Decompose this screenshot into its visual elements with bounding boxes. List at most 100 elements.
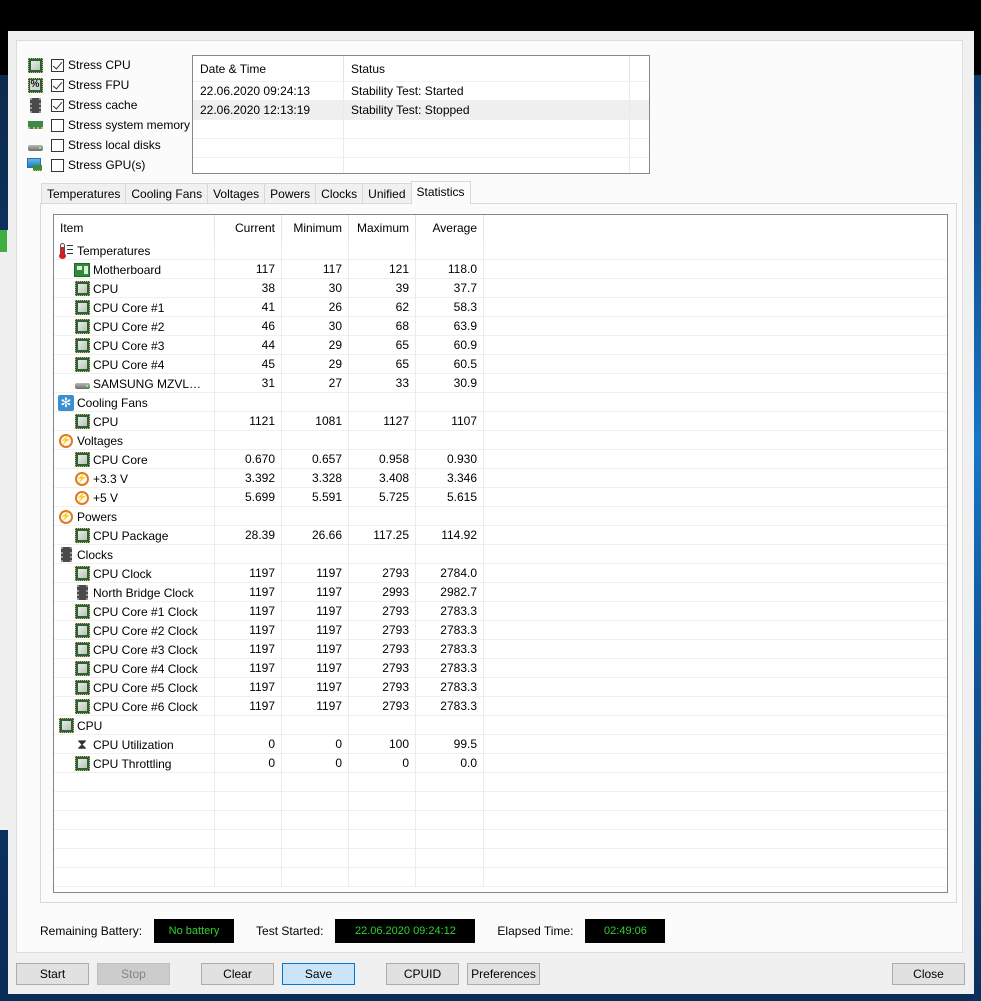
stress-checkbox[interactable] bbox=[51, 58, 64, 72]
table-row[interactable]: CPU Clock 1197 1197 2793 2784.0 bbox=[54, 564, 947, 583]
save-button[interactable]: Save bbox=[282, 963, 355, 985]
table-row[interactable]: CPU Core #4 45 29 65 60.5 bbox=[54, 355, 947, 374]
table-row[interactable]: North Bridge Clock 1197 1197 2993 2982.7 bbox=[54, 583, 947, 602]
stress-checkbox[interactable] bbox=[51, 158, 64, 172]
current-cell bbox=[215, 507, 282, 526]
group-row[interactable]: Temperatures bbox=[54, 241, 947, 260]
item-cell: CPU bbox=[54, 279, 215, 298]
minimum-cell: 117 bbox=[282, 260, 349, 279]
log-row[interactable]: 22.06.2020 12:13:19 Stability Test: Stopp… bbox=[193, 100, 649, 119]
header-average[interactable]: Average bbox=[416, 215, 484, 241]
maximum-cell: 100 bbox=[349, 735, 416, 754]
thermometer-icon bbox=[58, 242, 74, 259]
table-row[interactable]: CPU Core 0.670 0.657 0.958 0.930 bbox=[54, 450, 947, 469]
stress-option-3[interactable]: Stress system memory bbox=[27, 115, 190, 135]
maximum-cell bbox=[349, 507, 416, 526]
table-row[interactable]: CPU 1121 1081 1127 1107 bbox=[54, 412, 947, 431]
stress-checkbox[interactable] bbox=[51, 138, 64, 152]
tab-clocks[interactable]: Clocks bbox=[315, 183, 363, 204]
close-button[interactable]: Close bbox=[892, 963, 965, 985]
filler-cell bbox=[484, 469, 947, 488]
filler-cell bbox=[484, 868, 947, 887]
average-cell bbox=[416, 792, 484, 811]
table-row[interactable]: CPU Core #5 Clock 1197 1197 2793 2783.3 bbox=[54, 678, 947, 697]
filler-cell bbox=[484, 564, 947, 583]
table-row[interactable]: CPU Core #3 44 29 65 60.9 bbox=[54, 336, 947, 355]
table-row[interactable]: SAMSUNG MZVLB25... 31 27 33 30.9 bbox=[54, 374, 947, 393]
tab-voltages[interactable]: Voltages bbox=[207, 183, 265, 204]
cpu-chip-icon-glyph bbox=[74, 566, 90, 581]
table-row[interactable]: CPU Core #2 46 30 68 63.9 bbox=[54, 317, 947, 336]
cpu-chip-icon bbox=[58, 718, 74, 733]
average-cell bbox=[416, 849, 484, 868]
table-row[interactable]: CPU Core #2 Clock 1197 1197 2793 2783.3 bbox=[54, 621, 947, 640]
table-row[interactable]: ⚡ +3.3 V 3.392 3.328 3.408 3.346 bbox=[54, 469, 947, 488]
disk-drive-icon bbox=[27, 140, 43, 151]
group-row[interactable]: ✻ Cooling Fans bbox=[54, 393, 947, 412]
stop-button[interactable]: Stop bbox=[97, 963, 170, 985]
table-row[interactable]: Motherboard 117 117 121 118.0 bbox=[54, 260, 947, 279]
table-row[interactable]: CPU Core #6 Clock 1197 1197 2793 2783.3 bbox=[54, 697, 947, 716]
test-started-label: Test Started: bbox=[256, 923, 324, 938]
log-filler bbox=[630, 120, 649, 138]
stress-checkbox[interactable] bbox=[51, 98, 64, 112]
cpu-chip-icon-glyph bbox=[74, 756, 90, 771]
tab-temperatures[interactable]: Temperatures bbox=[41, 183, 126, 204]
item-cell: CPU Core #6 Clock bbox=[54, 697, 215, 716]
stress-option-1[interactable]: Stress FPU bbox=[27, 75, 190, 95]
group-row[interactable]: ⚡ Voltages bbox=[54, 431, 947, 450]
tab-unified[interactable]: Unified bbox=[362, 183, 411, 204]
filler-cell bbox=[484, 488, 947, 507]
log-header-datetime[interactable]: Date & Time bbox=[193, 56, 344, 81]
table-row[interactable]: CPU Core #1 Clock 1197 1197 2793 2783.3 bbox=[54, 602, 947, 621]
log-row[interactable]: 22.06.2020 09:24:13 Stability Test: Start… bbox=[193, 81, 649, 100]
log-datetime: 22.06.2020 09:24:13 bbox=[193, 82, 344, 100]
table-row[interactable]: CPU Core #1 41 26 62 58.3 bbox=[54, 298, 947, 317]
cpuid-button[interactable]: CPUID bbox=[386, 963, 459, 985]
clear-button[interactable]: Clear bbox=[201, 963, 274, 985]
table-row[interactable]: CPU Throttling 0 0 0 0.0 bbox=[54, 754, 947, 773]
table-row[interactable]: CPU Core #4 Clock 1197 1197 2793 2783.3 bbox=[54, 659, 947, 678]
average-cell bbox=[416, 716, 484, 735]
remaining-battery-label: Remaining Battery: bbox=[40, 923, 143, 938]
average-cell bbox=[416, 393, 484, 412]
preferences-button[interactable]: Preferences bbox=[467, 963, 540, 985]
maximum-cell bbox=[349, 868, 416, 887]
filler-cell bbox=[484, 507, 947, 526]
group-row[interactable]: CPU bbox=[54, 716, 947, 735]
statistics-grid[interactable]: Item Current Minimum Maximum Average Tem… bbox=[53, 214, 948, 893]
header-maximum[interactable]: Maximum bbox=[349, 215, 416, 241]
minimum-cell: 5.591 bbox=[282, 488, 349, 507]
log-header-status[interactable]: Status bbox=[344, 56, 630, 81]
thermometer-bulb bbox=[59, 252, 66, 259]
item-cell: ⧗ CPU Utilization bbox=[54, 735, 215, 754]
tab-cooling-fans[interactable]: Cooling Fans bbox=[125, 183, 208, 204]
tab-powers[interactable]: Powers bbox=[264, 183, 316, 204]
table-row[interactable]: ⚡ +5 V 5.699 5.591 5.725 5.615 bbox=[54, 488, 947, 507]
tab-statistics[interactable]: Statistics bbox=[410, 181, 471, 204]
item-cell: Temperatures bbox=[54, 241, 215, 260]
filler-cell bbox=[484, 583, 947, 602]
table-row[interactable]: CPU Core #3 Clock 1197 1197 2793 2783.3 bbox=[54, 640, 947, 659]
stress-option-0[interactable]: Stress CPU bbox=[27, 55, 190, 75]
stress-option-4[interactable]: Stress local disks bbox=[27, 135, 190, 155]
header-current[interactable]: Current bbox=[215, 215, 282, 241]
average-cell: 2783.3 bbox=[416, 697, 484, 716]
event-log-table[interactable]: Date & Time Status 22.06.2020 09:24:13 St… bbox=[192, 55, 650, 174]
group-row[interactable]: Clocks bbox=[54, 545, 947, 564]
table-row[interactable]: CPU 38 30 39 37.7 bbox=[54, 279, 947, 298]
header-minimum[interactable]: Minimum bbox=[282, 215, 349, 241]
stress-option-label: Stress cache bbox=[68, 98, 138, 112]
header-item[interactable]: Item bbox=[54, 215, 215, 241]
current-cell bbox=[215, 241, 282, 260]
item-cell: CPU Core #1 Clock bbox=[54, 602, 215, 621]
table-row[interactable]: CPU Package 28.39 26.66 117.25 114.92 bbox=[54, 526, 947, 545]
stress-option-5[interactable]: Stress GPU(s) bbox=[27, 155, 190, 175]
stress-checkbox[interactable] bbox=[51, 78, 64, 92]
stress-checkbox[interactable] bbox=[51, 118, 64, 132]
start-button[interactable]: Start bbox=[16, 963, 89, 985]
group-row[interactable]: ⚡ Powers bbox=[54, 507, 947, 526]
table-row[interactable]: ⧗ CPU Utilization 0 0 100 99.5 bbox=[54, 735, 947, 754]
item-cell: CPU Package bbox=[54, 526, 215, 545]
stress-option-2[interactable]: Stress cache bbox=[27, 95, 190, 115]
